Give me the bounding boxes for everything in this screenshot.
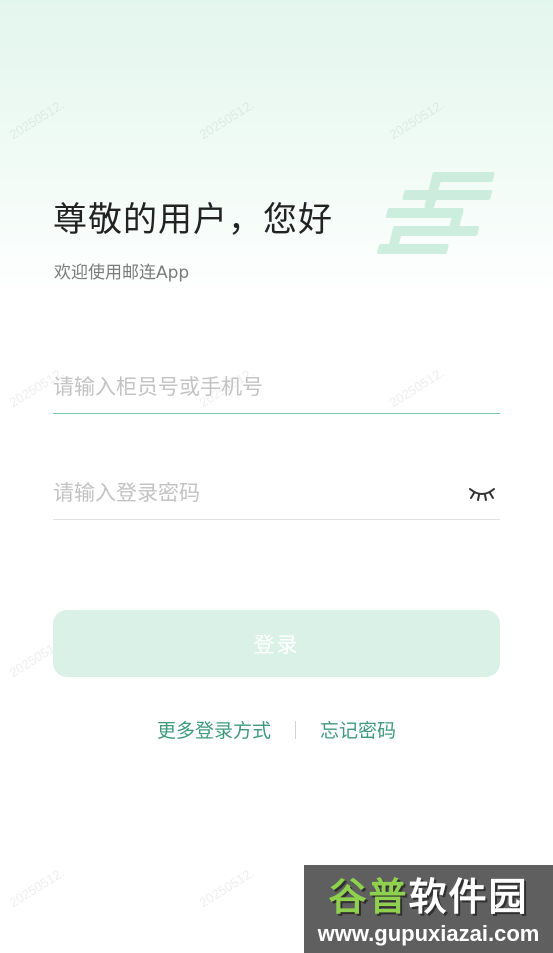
link-divider (295, 720, 296, 739)
alt-actions: 更多登录方式 忘记密码 (0, 716, 553, 743)
postal-logo-icon (377, 172, 495, 254)
badge-title-part2: 软件园 (408, 875, 529, 919)
badge-url: www.gupuxiazai.com (317, 921, 540, 946)
password-field (53, 468, 500, 520)
login-button[interactable]: 登录 (53, 610, 500, 677)
welcome-subtitle: 欢迎使用邮连App (54, 263, 190, 283)
eye-closed-icon[interactable] (468, 484, 496, 502)
account-input[interactable] (53, 362, 453, 412)
badge-title-part1: 谷普 (328, 875, 409, 919)
password-input[interactable] (53, 468, 453, 518)
forgot-password-link[interactable]: 忘记密码 (320, 716, 396, 743)
watermark-text: 20250512. (6, 864, 67, 911)
account-field (53, 362, 500, 414)
badge-title: 谷普软件园 (310, 877, 547, 917)
site-watermark-badge: 谷普软件园 www.gupuxiazai.com (304, 865, 553, 953)
page-title: 尊敬的用户，您好 (53, 200, 333, 240)
more-login-methods-link[interactable]: 更多登录方式 (157, 716, 271, 743)
watermark-text: 20250512. (196, 864, 257, 911)
